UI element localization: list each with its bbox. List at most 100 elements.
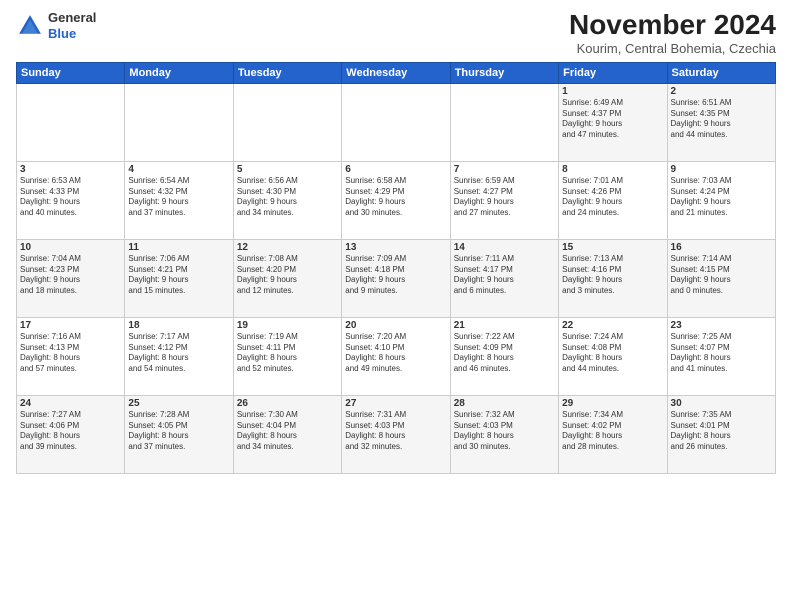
day-info: Sunrise: 6:58 AM Sunset: 4:29 PM Dayligh… bbox=[345, 176, 446, 219]
day-info: Sunrise: 7:13 AM Sunset: 4:16 PM Dayligh… bbox=[562, 254, 663, 297]
day-number: 30 bbox=[671, 398, 772, 409]
day-info: Sunrise: 7:27 AM Sunset: 4:06 PM Dayligh… bbox=[20, 410, 121, 453]
logo-blue: Blue bbox=[48, 26, 76, 41]
day-info: Sunrise: 7:14 AM Sunset: 4:15 PM Dayligh… bbox=[671, 254, 772, 297]
day-info: Sunrise: 6:59 AM Sunset: 4:27 PM Dayligh… bbox=[454, 176, 555, 219]
cell-w0d1 bbox=[125, 83, 233, 161]
day-number: 5 bbox=[237, 164, 338, 175]
day-number: 24 bbox=[20, 398, 121, 409]
day-info: Sunrise: 7:34 AM Sunset: 4:02 PM Dayligh… bbox=[562, 410, 663, 453]
day-info: Sunrise: 7:01 AM Sunset: 4:26 PM Dayligh… bbox=[562, 176, 663, 219]
day-number: 10 bbox=[20, 242, 121, 253]
cell-w4d0: 24Sunrise: 7:27 AM Sunset: 4:06 PM Dayli… bbox=[17, 395, 125, 473]
day-number: 4 bbox=[128, 164, 229, 175]
cell-w1d0: 3Sunrise: 6:53 AM Sunset: 4:33 PM Daylig… bbox=[17, 161, 125, 239]
day-number: 9 bbox=[671, 164, 772, 175]
day-number: 3 bbox=[20, 164, 121, 175]
day-number: 14 bbox=[454, 242, 555, 253]
header-sunday: Sunday bbox=[17, 62, 125, 83]
day-info: Sunrise: 7:08 AM Sunset: 4:20 PM Dayligh… bbox=[237, 254, 338, 297]
cell-w3d1: 18Sunrise: 7:17 AM Sunset: 4:12 PM Dayli… bbox=[125, 317, 233, 395]
cell-w4d2: 26Sunrise: 7:30 AM Sunset: 4:04 PM Dayli… bbox=[233, 395, 341, 473]
day-info: Sunrise: 7:11 AM Sunset: 4:17 PM Dayligh… bbox=[454, 254, 555, 297]
cell-w2d1: 11Sunrise: 7:06 AM Sunset: 4:21 PM Dayli… bbox=[125, 239, 233, 317]
day-number: 2 bbox=[671, 86, 772, 97]
day-info: Sunrise: 7:22 AM Sunset: 4:09 PM Dayligh… bbox=[454, 332, 555, 375]
day-number: 1 bbox=[562, 86, 663, 97]
day-number: 20 bbox=[345, 320, 446, 331]
day-number: 28 bbox=[454, 398, 555, 409]
day-info: Sunrise: 7:32 AM Sunset: 4:03 PM Dayligh… bbox=[454, 410, 555, 453]
calendar-table: Sunday Monday Tuesday Wednesday Thursday… bbox=[16, 62, 776, 474]
day-number: 23 bbox=[671, 320, 772, 331]
day-info: Sunrise: 7:06 AM Sunset: 4:21 PM Dayligh… bbox=[128, 254, 229, 297]
header: General Blue November 2024 Kourim, Centr… bbox=[16, 10, 776, 56]
cell-w0d3 bbox=[342, 83, 450, 161]
day-info: Sunrise: 7:09 AM Sunset: 4:18 PM Dayligh… bbox=[345, 254, 446, 297]
cell-w4d5: 29Sunrise: 7:34 AM Sunset: 4:02 PM Dayli… bbox=[559, 395, 667, 473]
day-number: 25 bbox=[128, 398, 229, 409]
cell-w1d5: 8Sunrise: 7:01 AM Sunset: 4:26 PM Daylig… bbox=[559, 161, 667, 239]
logo-icon bbox=[16, 12, 44, 40]
header-thursday: Thursday bbox=[450, 62, 558, 83]
cell-w2d5: 15Sunrise: 7:13 AM Sunset: 4:16 PM Dayli… bbox=[559, 239, 667, 317]
cell-w3d3: 20Sunrise: 7:20 AM Sunset: 4:10 PM Dayli… bbox=[342, 317, 450, 395]
cell-w0d5: 1Sunrise: 6:49 AM Sunset: 4:37 PM Daylig… bbox=[559, 83, 667, 161]
day-number: 8 bbox=[562, 164, 663, 175]
cell-w0d2 bbox=[233, 83, 341, 161]
week-row-2: 3Sunrise: 6:53 AM Sunset: 4:33 PM Daylig… bbox=[17, 161, 776, 239]
week-row-3: 10Sunrise: 7:04 AM Sunset: 4:23 PM Dayli… bbox=[17, 239, 776, 317]
day-number: 16 bbox=[671, 242, 772, 253]
week-row-4: 17Sunrise: 7:16 AM Sunset: 4:13 PM Dayli… bbox=[17, 317, 776, 395]
header-monday: Monday bbox=[125, 62, 233, 83]
cell-w2d6: 16Sunrise: 7:14 AM Sunset: 4:15 PM Dayli… bbox=[667, 239, 775, 317]
cell-w1d6: 9Sunrise: 7:03 AM Sunset: 4:24 PM Daylig… bbox=[667, 161, 775, 239]
day-number: 27 bbox=[345, 398, 446, 409]
day-info: Sunrise: 7:35 AM Sunset: 4:01 PM Dayligh… bbox=[671, 410, 772, 453]
title-block: November 2024 Kourim, Central Bohemia, C… bbox=[569, 10, 776, 56]
day-info: Sunrise: 7:04 AM Sunset: 4:23 PM Dayligh… bbox=[20, 254, 121, 297]
day-info: Sunrise: 7:24 AM Sunset: 4:08 PM Dayligh… bbox=[562, 332, 663, 375]
header-row: Sunday Monday Tuesday Wednesday Thursday… bbox=[17, 62, 776, 83]
cell-w0d4 bbox=[450, 83, 558, 161]
cell-w1d4: 7Sunrise: 6:59 AM Sunset: 4:27 PM Daylig… bbox=[450, 161, 558, 239]
day-info: Sunrise: 7:30 AM Sunset: 4:04 PM Dayligh… bbox=[237, 410, 338, 453]
header-tuesday: Tuesday bbox=[233, 62, 341, 83]
cell-w4d1: 25Sunrise: 7:28 AM Sunset: 4:05 PM Dayli… bbox=[125, 395, 233, 473]
cell-w3d4: 21Sunrise: 7:22 AM Sunset: 4:09 PM Dayli… bbox=[450, 317, 558, 395]
day-number: 21 bbox=[454, 320, 555, 331]
cell-w4d4: 28Sunrise: 7:32 AM Sunset: 4:03 PM Dayli… bbox=[450, 395, 558, 473]
day-number: 7 bbox=[454, 164, 555, 175]
day-number: 22 bbox=[562, 320, 663, 331]
cell-w2d4: 14Sunrise: 7:11 AM Sunset: 4:17 PM Dayli… bbox=[450, 239, 558, 317]
logo: General Blue bbox=[16, 10, 96, 41]
day-number: 13 bbox=[345, 242, 446, 253]
cell-w2d2: 12Sunrise: 7:08 AM Sunset: 4:20 PM Dayli… bbox=[233, 239, 341, 317]
week-row-1: 1Sunrise: 6:49 AM Sunset: 4:37 PM Daylig… bbox=[17, 83, 776, 161]
day-number: 6 bbox=[345, 164, 446, 175]
day-number: 29 bbox=[562, 398, 663, 409]
cell-w4d6: 30Sunrise: 7:35 AM Sunset: 4:01 PM Dayli… bbox=[667, 395, 775, 473]
header-friday: Friday bbox=[559, 62, 667, 83]
logo-text: General Blue bbox=[48, 10, 96, 41]
day-info: Sunrise: 6:49 AM Sunset: 4:37 PM Dayligh… bbox=[562, 98, 663, 141]
header-saturday: Saturday bbox=[667, 62, 775, 83]
cell-w1d1: 4Sunrise: 6:54 AM Sunset: 4:32 PM Daylig… bbox=[125, 161, 233, 239]
day-number: 26 bbox=[237, 398, 338, 409]
day-number: 18 bbox=[128, 320, 229, 331]
day-number: 19 bbox=[237, 320, 338, 331]
day-number: 11 bbox=[128, 242, 229, 253]
cell-w2d0: 10Sunrise: 7:04 AM Sunset: 4:23 PM Dayli… bbox=[17, 239, 125, 317]
cell-w3d0: 17Sunrise: 7:16 AM Sunset: 4:13 PM Dayli… bbox=[17, 317, 125, 395]
header-wednesday: Wednesday bbox=[342, 62, 450, 83]
day-info: Sunrise: 6:53 AM Sunset: 4:33 PM Dayligh… bbox=[20, 176, 121, 219]
day-info: Sunrise: 6:54 AM Sunset: 4:32 PM Dayligh… bbox=[128, 176, 229, 219]
cell-w3d6: 23Sunrise: 7:25 AM Sunset: 4:07 PM Dayli… bbox=[667, 317, 775, 395]
cell-w0d6: 2Sunrise: 6:51 AM Sunset: 4:35 PM Daylig… bbox=[667, 83, 775, 161]
day-number: 15 bbox=[562, 242, 663, 253]
week-row-5: 24Sunrise: 7:27 AM Sunset: 4:06 PM Dayli… bbox=[17, 395, 776, 473]
day-number: 12 bbox=[237, 242, 338, 253]
cell-w1d2: 5Sunrise: 6:56 AM Sunset: 4:30 PM Daylig… bbox=[233, 161, 341, 239]
day-info: Sunrise: 7:31 AM Sunset: 4:03 PM Dayligh… bbox=[345, 410, 446, 453]
cell-w1d3: 6Sunrise: 6:58 AM Sunset: 4:29 PM Daylig… bbox=[342, 161, 450, 239]
